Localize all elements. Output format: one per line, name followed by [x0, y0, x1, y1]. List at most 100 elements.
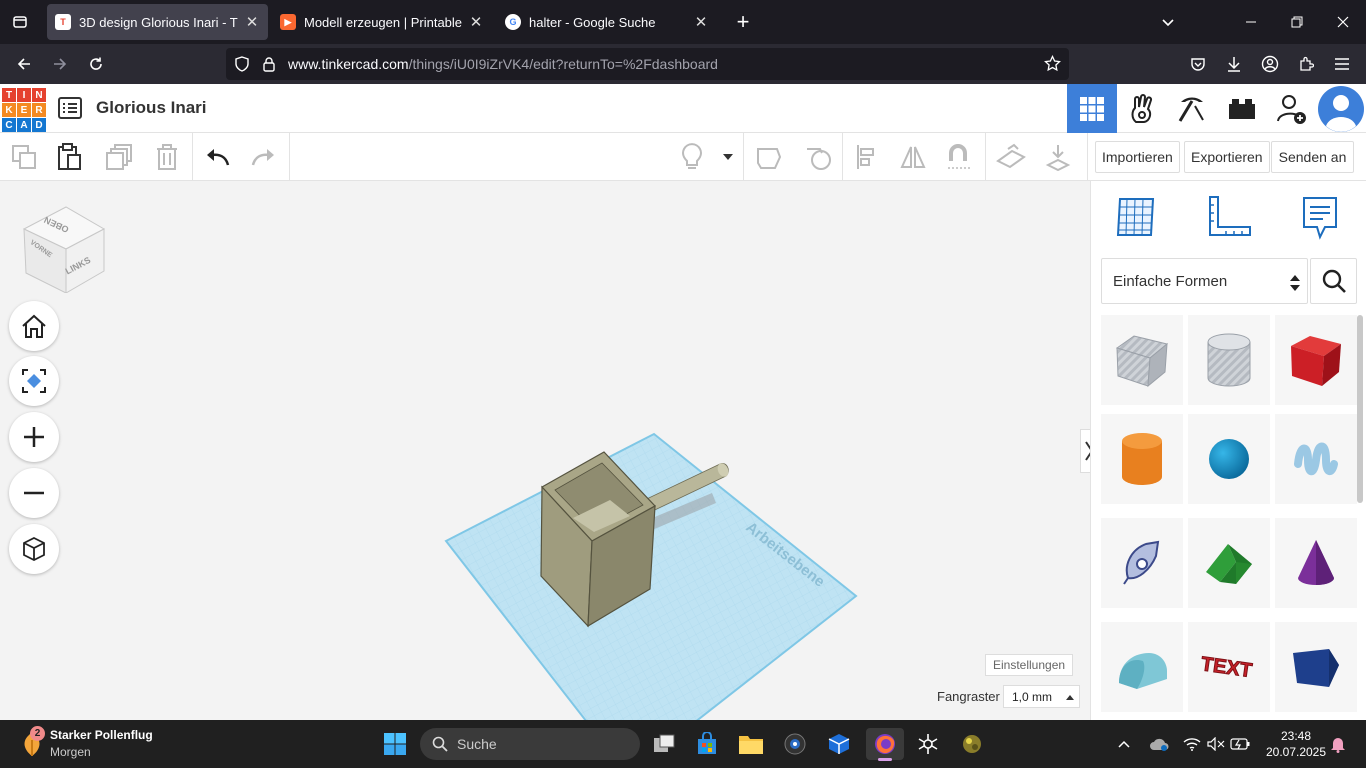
- panel-scrollbar[interactable]: [1357, 315, 1363, 503]
- url-bar[interactable]: www.tinkercad.com/things/iU0I9iZrVK4/edi…: [226, 48, 1069, 80]
- tinkercad-logo[interactable]: T I N K E R C A D: [2, 88, 46, 132]
- clock-time[interactable]: 23:48: [1266, 729, 1326, 743]
- shape-half-cylinder[interactable]: [1101, 622, 1183, 712]
- import-button[interactable]: Importieren: [1095, 141, 1180, 173]
- settings-button[interactable]: Einstellungen: [985, 654, 1074, 676]
- invite-user-button[interactable]: [1267, 84, 1317, 133]
- align-icon[interactable]: [852, 143, 882, 171]
- bookmark-star-icon[interactable]: [1044, 54, 1061, 75]
- send-to-button[interactable]: Senden an: [1271, 141, 1354, 173]
- close-window-icon[interactable]: [1320, 0, 1366, 44]
- shape-cone[interactable]: [1275, 518, 1357, 608]
- cube-app-icon[interactable]: [822, 728, 856, 760]
- design-list-icon[interactable]: [58, 97, 82, 119]
- undo-icon[interactable]: [202, 143, 232, 171]
- shape-search-button[interactable]: [1310, 258, 1357, 304]
- redo-icon[interactable]: [249, 143, 279, 171]
- duplicate-icon[interactable]: [104, 143, 134, 171]
- user-avatar[interactable]: [1316, 84, 1366, 133]
- shape-note-pin[interactable]: [1101, 518, 1183, 608]
- bricks-button[interactable]: [1217, 84, 1267, 133]
- paste-icon[interactable]: [55, 143, 85, 171]
- taskbar-search-box[interactable]: Suche: [420, 728, 640, 760]
- reload-icon[interactable]: [82, 50, 110, 78]
- clock-date[interactable]: 20.07.2025: [1262, 745, 1330, 759]
- notification-bell-icon[interactable]: [1326, 728, 1350, 760]
- battery-icon[interactable]: [1228, 728, 1252, 760]
- chatgpt-icon[interactable]: [911, 728, 945, 760]
- home-view-button[interactable]: [9, 301, 59, 351]
- tab-overflow-chevron-icon[interactable]: [1145, 0, 1191, 44]
- pocket-icon[interactable]: [1184, 50, 1212, 78]
- export-button[interactable]: Exportieren: [1184, 141, 1270, 173]
- perspective-button[interactable]: [9, 524, 59, 574]
- ungroup-shape-icon[interactable]: [803, 143, 833, 171]
- browser-tab-google[interactable]: G halter - Google Suche ✕: [497, 4, 717, 40]
- shape-polygon[interactable]: [1275, 622, 1357, 712]
- cloud-sync-icon[interactable]: [1146, 728, 1172, 760]
- shape-box[interactable]: [1275, 315, 1357, 405]
- zoom-out-button[interactable]: [9, 468, 59, 518]
- circuits-button[interactable]: [1117, 84, 1167, 133]
- firefox-icon[interactable]: [866, 728, 904, 761]
- speaker-muted-icon[interactable]: [1204, 728, 1228, 760]
- tracking-shield-icon[interactable]: [234, 56, 250, 75]
- lightbulb-dropdown-chevron-icon[interactable]: [715, 143, 741, 171]
- notes-icon[interactable]: [1301, 195, 1339, 244]
- microsoft-store-icon[interactable]: [690, 728, 724, 760]
- design-title[interactable]: Glorious Inari: [96, 98, 207, 118]
- task-view-icon[interactable]: [647, 728, 681, 760]
- downloads-icon[interactable]: [1220, 50, 1248, 78]
- weather-widget-icon[interactable]: 2: [18, 726, 46, 758]
- tab-list-icon[interactable]: [0, 0, 40, 44]
- forward-arrow-icon[interactable]: [46, 50, 74, 78]
- game-app-icon[interactable]: [955, 728, 989, 760]
- wifi-icon[interactable]: [1180, 728, 1204, 760]
- workplane-grid-icon[interactable]: [1115, 195, 1157, 242]
- shape-roof[interactable]: [1188, 518, 1270, 608]
- group-shape-icon[interactable]: [754, 143, 784, 171]
- browser-tab-printables[interactable]: ▶ Modell erzeugen | Printables.co ✕: [272, 4, 492, 40]
- camera-app-icon[interactable]: [778, 728, 812, 760]
- ruler-drop-icon[interactable]: [1043, 143, 1073, 171]
- codeblocks-button[interactable]: [1167, 84, 1217, 133]
- close-tab-icon[interactable]: ✕: [244, 13, 260, 31]
- delete-trash-icon[interactable]: [152, 143, 182, 171]
- browser-tab-tinkercad[interactable]: T 3D design Glorious Inari - Tinke ✕: [47, 4, 268, 40]
- workplane-tool-icon[interactable]: [996, 143, 1026, 171]
- workplane-scene[interactable]: Arbeitsebene: [440, 426, 870, 720]
- 3d-viewport[interactable]: OBEN LINKS VORNE Arbeitsebene Einstellun…: [0, 181, 1090, 720]
- shape-box-hole[interactable]: [1101, 315, 1183, 405]
- fit-view-button[interactable]: [9, 356, 59, 406]
- account-icon[interactable]: [1256, 50, 1284, 78]
- mirror-icon[interactable]: [898, 143, 928, 171]
- minimize-window-icon[interactable]: [1228, 0, 1274, 44]
- extensions-icon[interactable]: [1292, 50, 1320, 78]
- shape-sphere[interactable]: [1188, 414, 1270, 504]
- view-cube[interactable]: OBEN LINKS VORNE: [18, 201, 110, 293]
- new-tab-button[interactable]: +: [720, 0, 766, 44]
- close-tab-icon[interactable]: ✕: [693, 13, 709, 31]
- copy-icon[interactable]: [9, 143, 39, 171]
- menu-hamburger-icon[interactable]: [1328, 50, 1356, 78]
- snap-grid-select[interactable]: 1,0 mm: [1003, 685, 1080, 708]
- ruler-icon[interactable]: [1206, 195, 1252, 242]
- shape-category-select[interactable]: Einfache Formen: [1101, 258, 1308, 304]
- cruise-magnet-icon[interactable]: [945, 143, 975, 171]
- shape-text[interactable]: TEXT: [1188, 622, 1270, 712]
- panel-collapse-chevron-icon[interactable]: [1080, 429, 1090, 473]
- shape-cylinder-hole[interactable]: [1188, 315, 1270, 405]
- close-tab-icon[interactable]: ✕: [468, 13, 484, 31]
- file-explorer-icon[interactable]: [734, 728, 768, 760]
- 3d-view-grid-button[interactable]: [1067, 84, 1117, 133]
- lightbulb-icon[interactable]: [677, 143, 707, 171]
- shape-cylinder[interactable]: [1101, 414, 1183, 504]
- zoom-in-button[interactable]: [9, 412, 59, 462]
- lock-icon[interactable]: [262, 56, 276, 75]
- show-hidden-icons-chevron-icon[interactable]: [1112, 728, 1136, 760]
- weather-title[interactable]: Starker Pollenflug: [50, 728, 153, 742]
- shape-scribble[interactable]: [1275, 414, 1357, 504]
- restore-window-icon[interactable]: [1274, 0, 1320, 44]
- back-arrow-icon[interactable]: [10, 50, 38, 78]
- windows-start-icon[interactable]: [378, 728, 412, 760]
